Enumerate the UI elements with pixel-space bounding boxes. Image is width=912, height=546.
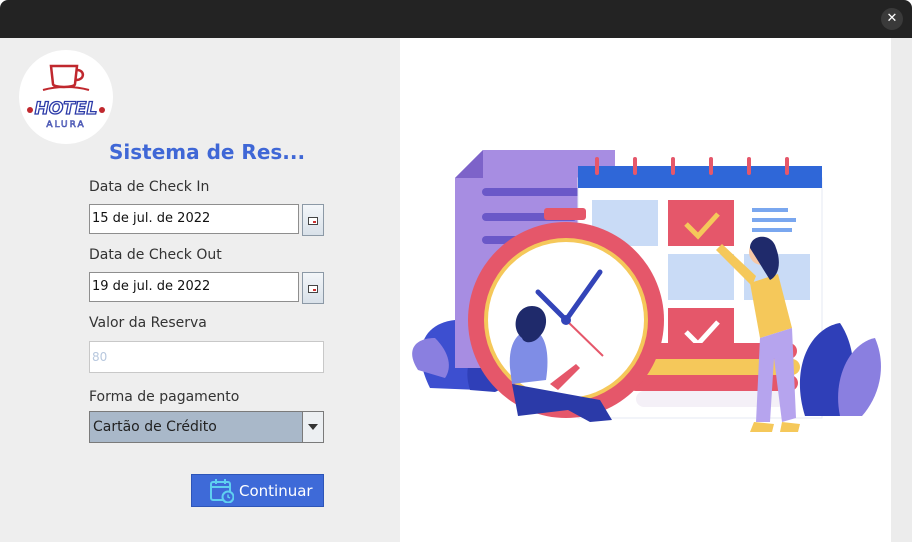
calendar-clock-icon: [210, 479, 234, 503]
calendar-ring: [595, 157, 599, 175]
calendar-cell: [668, 254, 734, 300]
checkout-calendar-button[interactable]: [302, 272, 324, 304]
close-icon[interactable]: ✕: [881, 8, 903, 30]
calendar-text-line: [752, 228, 792, 232]
hotel-logo: HOTEL ALURA: [19, 50, 113, 144]
payment-method-select[interactable]: Cartão de Crédito: [89, 411, 324, 443]
calendar-ring: [709, 157, 713, 175]
checkin-calendar-button[interactable]: [302, 204, 324, 236]
calendar-ring: [785, 157, 789, 175]
calendar-cell-checked: [668, 200, 734, 246]
calendar-ring: [633, 157, 637, 175]
valor-label: Valor da Reserva: [89, 315, 207, 331]
calendar-text-line: [752, 208, 788, 212]
calendar-ring: [671, 157, 675, 175]
valor-field[interactable]: 80: [89, 341, 324, 373]
chevron-down-icon[interactable]: [302, 412, 323, 442]
calendar-icon: [308, 217, 318, 225]
payment-method-value: Cartão de Crédito: [93, 419, 217, 435]
checkin-date-field[interactable]: 15 de jul. de 2022: [89, 204, 299, 234]
page-title: Sistema de Res...: [109, 140, 306, 164]
calendar-icon: [308, 285, 318, 293]
doc-line: [482, 188, 592, 196]
checkin-label: Data de Check In: [89, 179, 210, 195]
calendar-text-line: [752, 218, 796, 222]
illustration-panel: [400, 38, 891, 542]
calendar-ring: [747, 157, 751, 175]
clock-center: [561, 315, 571, 325]
vertical-scrollbar[interactable]: [891, 38, 912, 542]
reservation-illustration: [412, 150, 881, 432]
pagamento-label: Forma de pagamento: [89, 389, 240, 405]
continue-label: Continuar: [239, 482, 313, 500]
document-fold: [455, 150, 483, 178]
continue-button[interactable]: Continuar: [191, 474, 324, 507]
coffee-cup-icon: [49, 64, 79, 89]
woman-standing-shoes: [750, 422, 800, 432]
clock-stem: [544, 208, 586, 220]
window-titlebar: ✕: [0, 0, 912, 38]
svg-text:ALURA: ALURA: [46, 120, 85, 130]
checkout-date-field[interactable]: 19 de jul. de 2022: [89, 272, 299, 302]
svg-text:HOTEL: HOTEL: [35, 99, 98, 119]
calendar-cell: [744, 200, 810, 246]
checkout-label: Data de Check Out: [89, 247, 222, 263]
